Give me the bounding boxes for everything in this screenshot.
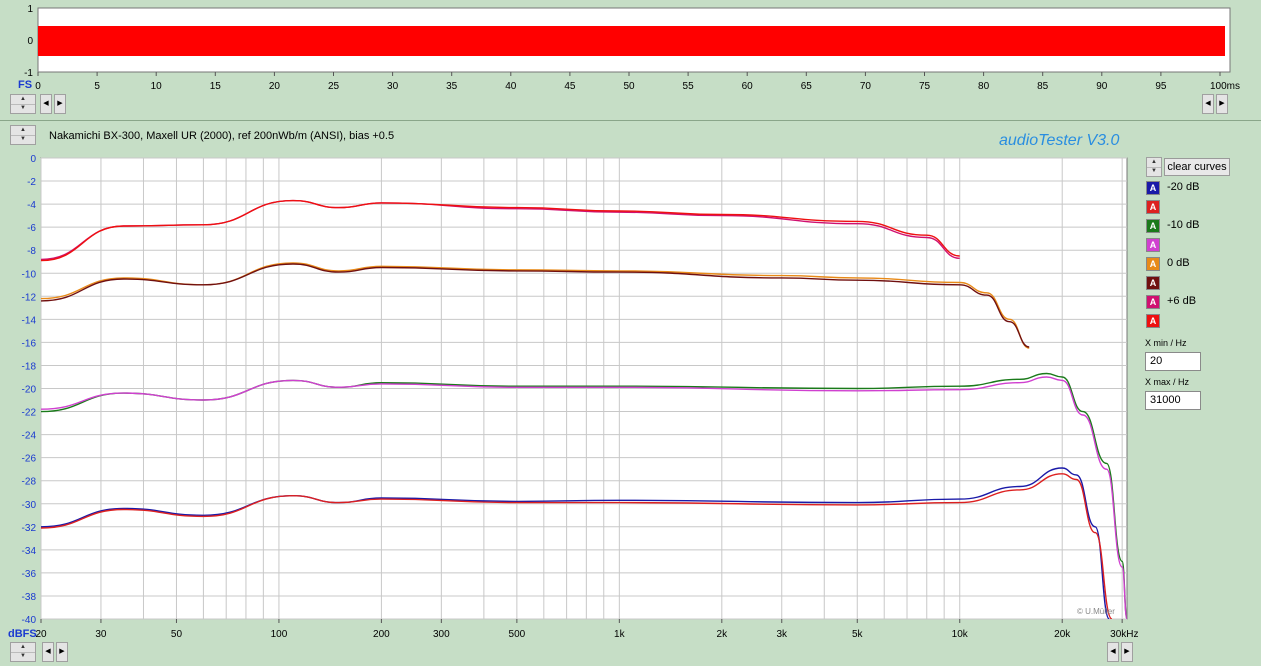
waveform-x-tick-label: 80: [978, 81, 990, 92]
y-tick-label: -34: [22, 546, 37, 557]
waveform-x-tick-label: 10: [151, 81, 163, 92]
waveform-x-tick-label: 30: [387, 81, 399, 92]
legend-swatch[interactable]: A: [1146, 200, 1160, 214]
waveform-zoom-left-button[interactable]: ◀: [1202, 94, 1214, 114]
y-tick-label: -8: [27, 246, 36, 257]
curve-select-spinner[interactable]: ▲ ▼: [1146, 157, 1162, 177]
chart-title: Nakamichi BX-300, Maxell UR (2000), ref …: [49, 130, 395, 142]
y-tick-label: -24: [22, 431, 37, 442]
waveform-x-tick-label: 35: [446, 81, 458, 92]
y-tick-label: -36: [22, 569, 37, 580]
waveform-x-tick-label: 40: [505, 81, 517, 92]
xmax-label: X max / Hz: [1145, 377, 1190, 387]
y-tick-label: -26: [22, 454, 37, 465]
waveform-x-tick-label: 15: [210, 81, 222, 92]
y-tick-label: -30: [22, 500, 37, 511]
x-tick-label: 20k: [1054, 629, 1071, 640]
legend-label: 0 dB: [1167, 257, 1190, 269]
legend-label: -20 dB: [1167, 181, 1200, 193]
xmin-input[interactable]: 20: [1145, 352, 1201, 371]
y-tick-label: -32: [22, 523, 37, 534]
y-tick-label: -22: [22, 408, 37, 419]
legend-swatch[interactable]: A: [1146, 181, 1160, 195]
y-tick-label: -14: [22, 315, 37, 326]
waveform-x-tick-label: 100ms: [1210, 81, 1240, 92]
frequency-response-chart: 0 -2 -4 -6 -8 -10 -12 -14 -16 -18 -20 -22 -24 -26 -28 -…: [8, 154, 1139, 640]
y-tick-label: -4: [27, 200, 36, 211]
waveform-x-tick-label: 70: [860, 81, 872, 92]
legend-swatch[interactable]: A: [1146, 257, 1160, 271]
waveform-x-tick-label: 55: [683, 81, 695, 92]
y-tick-label: -2: [27, 177, 36, 188]
x-tick-label: 30: [95, 629, 107, 640]
y-tick-label: -18: [22, 361, 37, 372]
chart-scroll-left-button[interactable]: ◀: [42, 642, 54, 662]
x-tick-label: 1k: [614, 629, 626, 640]
legend-swatch[interactable]: A: [1146, 238, 1160, 252]
x-tick-label: 20: [35, 629, 47, 640]
y-tick-label: -6: [27, 223, 36, 234]
xmin-label: X min / Hz: [1145, 338, 1187, 348]
waveform-x-tick-label: 65: [801, 81, 813, 92]
legend-label: -10 dB: [1167, 219, 1200, 231]
chart-scale-spinner[interactable]: ▲ ▼: [10, 642, 36, 662]
waveform-fs-label: FS: [18, 79, 33, 91]
waveform-zoom-right-button[interactable]: ▶: [1216, 94, 1228, 114]
chart-zoom-left-button[interactable]: ◀: [1107, 642, 1119, 662]
xmax-input[interactable]: 31000: [1145, 391, 1201, 410]
y-tick-label: -40: [22, 615, 37, 626]
waveform-x-tick-label: 95: [1155, 81, 1167, 92]
x-tick-label: 2k: [717, 629, 729, 640]
x-tick-label: 3k: [776, 629, 788, 640]
waveform-x-tick-label: 85: [1037, 81, 1049, 92]
waveform-panel: 10-1 0 5 10 15 20 25 30 35 40 45 50 55 60 65 70 75 80 85 9…: [24, 4, 1240, 92]
credit-label: © U.Müller: [1077, 607, 1115, 616]
waveform-x-tick-label: 25: [328, 81, 340, 92]
y-tick-label: -12: [22, 292, 37, 303]
y-tick-label: -16: [22, 338, 37, 349]
waveform-x-tick-label: 75: [919, 81, 931, 92]
clear-curves-button[interactable]: clear curves: [1164, 158, 1230, 176]
legend-swatch[interactable]: A: [1146, 314, 1160, 328]
waveform-x-tick-label: 90: [1096, 81, 1108, 92]
waveform-scale-spinner[interactable]: ▲ ▼: [10, 94, 36, 114]
title-spinner[interactable]: ▲ ▼: [10, 125, 36, 145]
x-tick-label: 50: [171, 629, 183, 640]
chart-scroll-right-button[interactable]: ▶: [56, 642, 68, 662]
legend-label: +6 dB: [1167, 295, 1197, 307]
waveform-y-tick-label: -1: [24, 68, 33, 79]
x-tick-label: 100: [271, 629, 288, 640]
legend-swatch[interactable]: A: [1146, 295, 1160, 309]
waveform-x-tick-label: 45: [564, 81, 576, 92]
y-tick-label: -38: [22, 592, 37, 603]
waveform-x-tick-label: 5: [94, 81, 100, 92]
waveform-y-tick-label: 1: [27, 4, 33, 15]
x-tick-label: 30kHz: [1110, 629, 1138, 640]
legend-swatch[interactable]: A: [1146, 219, 1160, 233]
waveform-x-tick-label: 0: [35, 81, 41, 92]
y-tick-label: -20: [22, 385, 37, 396]
x-tick-label: 5k: [852, 629, 864, 640]
x-tick-label: 200: [373, 629, 390, 640]
x-tick-label: 300: [433, 629, 450, 640]
chart-zoom-right-button[interactable]: ▶: [1121, 642, 1133, 662]
panel-divider: [0, 120, 1261, 121]
y-tick-label: 0: [30, 154, 36, 165]
waveform-x-tick-label: 20: [269, 81, 281, 92]
waveform-scroll-left-button[interactable]: ◀: [40, 94, 52, 114]
waveform-scroll-right-button[interactable]: ▶: [54, 94, 66, 114]
y-unit-label: dBFS: [8, 628, 37, 640]
legend-swatch[interactable]: A: [1146, 276, 1160, 290]
y-tick-label: -10: [22, 269, 37, 280]
y-tick-label: -28: [22, 477, 37, 488]
x-tick-label: 10k: [952, 629, 969, 640]
waveform-y-tick-label: 0: [27, 36, 33, 47]
brand-label: audioTester V3.0: [999, 132, 1120, 149]
waveform-signal: [38, 26, 1225, 56]
x-tick-label: 500: [509, 629, 526, 640]
waveform-x-tick-label: 60: [742, 81, 754, 92]
waveform-x-tick-label: 50: [623, 81, 635, 92]
